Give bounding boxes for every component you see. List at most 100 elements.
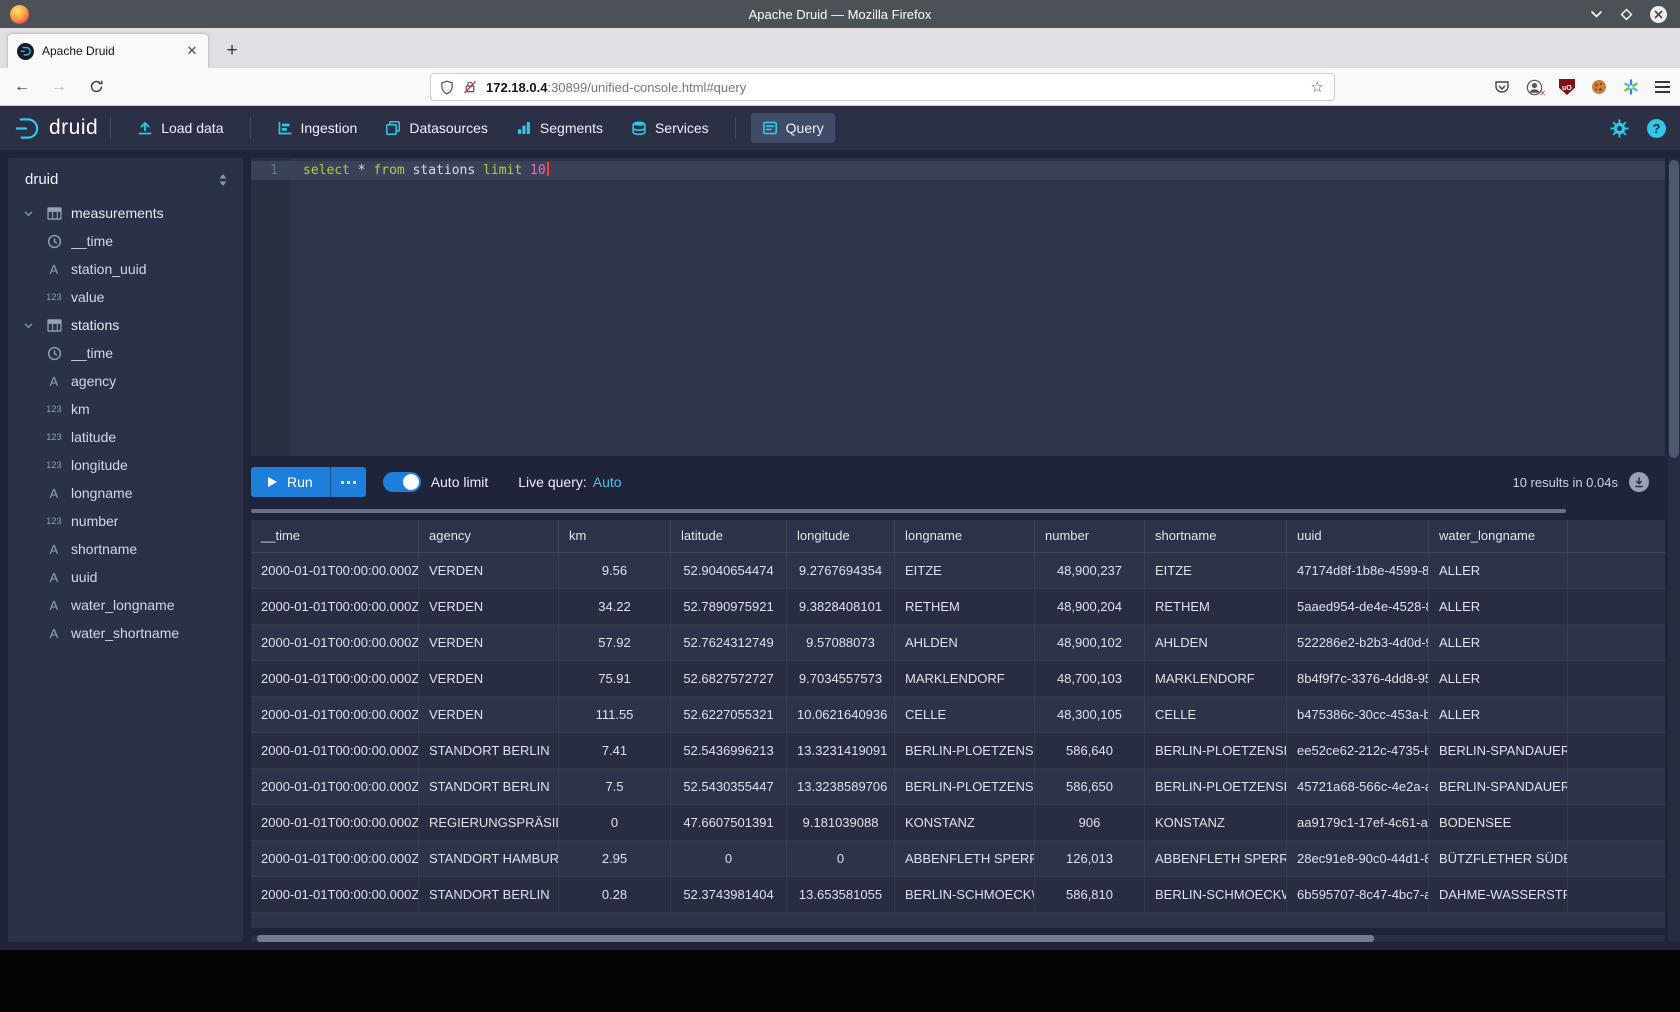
table-cell[interactable]: REGIERUNGSPRÄSIDIUM: [419, 805, 559, 840]
table-cell[interactable]: MARKLENDORF: [895, 661, 1035, 696]
table-cell[interactable]: BERLIN-SCHMOECKWITZ: [1145, 877, 1287, 912]
table-cell[interactable]: 52.3743981404: [671, 877, 787, 912]
menu-hamburger-icon[interactable]: [1655, 81, 1670, 92]
reload-button[interactable]: [81, 72, 111, 102]
table-cell[interactable]: 586,640: [1035, 733, 1145, 768]
table-cell[interactable]: 10.0621640936: [787, 697, 895, 732]
table-cell[interactable]: 9.56: [559, 553, 671, 588]
insecure-lock-icon[interactable]: [463, 80, 477, 94]
table-cell[interactable]: aa9179c1-17ef-4c61-a48: [1287, 805, 1429, 840]
column-header-agency[interactable]: agency: [419, 520, 559, 552]
browser-tab-apache-druid[interactable]: Apache Druid ✕: [8, 34, 208, 68]
column-header-uuid[interactable]: uuid: [1287, 520, 1429, 552]
download-results-icon[interactable]: [1629, 472, 1649, 492]
sidebar-table-measurements[interactable]: measurements: [8, 199, 243, 227]
table-cell[interactable]: CELLE: [895, 697, 1035, 732]
table-cell[interactable]: 57.92: [559, 625, 671, 660]
column-header-longitude[interactable]: longitude: [787, 520, 895, 552]
table-cell[interactable]: 9.2767694354: [787, 553, 895, 588]
table-cell[interactable]: 2000-01-01T00:00:00.000Z: [251, 841, 419, 876]
table-cell[interactable]: BERLIN-SCHMOECKWITZ: [895, 877, 1035, 912]
column-header-water_longname[interactable]: water_longname: [1429, 520, 1568, 552]
sidebar-column-stations-km[interactable]: 123km: [8, 395, 243, 423]
table-cell[interactable]: BERLIN-SPANDAUER-S: [1429, 769, 1568, 804]
table-cell[interactable]: 13.653581055: [787, 877, 895, 912]
table-cell[interactable]: MARKLENDORF: [1145, 661, 1287, 696]
profile-avatar-icon[interactable]: ✕: [1526, 79, 1543, 96]
table-cell[interactable]: 52.6227055321: [671, 697, 787, 732]
table-cell[interactable]: 2000-01-01T00:00:00.000Z: [251, 553, 419, 588]
column-header-latitude[interactable]: latitude: [671, 520, 787, 552]
table-cell[interactable]: CELLE: [1145, 697, 1287, 732]
sidebar-column-measurements-station_uuid[interactable]: Astation_uuid: [8, 255, 243, 283]
table-cell[interactable]: BÜTZFLETHER SÜDERE: [1429, 841, 1568, 876]
table-cell[interactable]: 13.3231419091: [787, 733, 895, 768]
sidebar-column-stations-agency[interactable]: Aagency: [8, 367, 243, 395]
cookie-extension-icon[interactable]: [1591, 79, 1607, 95]
sidebar-column-stations-latitude[interactable]: 123latitude: [8, 423, 243, 451]
column-header-__time[interactable]: __time: [251, 520, 419, 552]
table-cell[interactable]: EITZE: [895, 553, 1035, 588]
column-header-shortname[interactable]: shortname: [1145, 520, 1287, 552]
table-cell[interactable]: 586,810: [1035, 877, 1145, 912]
nav-item-load-data[interactable]: Load data: [126, 113, 234, 143]
url-bar[interactable]: 172.18.0.4:30899/unified-console.html#qu…: [430, 73, 1335, 101]
table-cell[interactable]: 48,900,237: [1035, 553, 1145, 588]
table-cell[interactable]: 5aaed954-de4e-4528-8f: [1287, 589, 1429, 624]
table-cell[interactable]: 9.181039088: [787, 805, 895, 840]
extension-asterisk-icon[interactable]: [1623, 79, 1639, 95]
table-cell[interactable]: 0: [671, 841, 787, 876]
table-cell[interactable]: 2.95: [559, 841, 671, 876]
table-cell[interactable]: 52.6827572727: [671, 661, 787, 696]
nav-item-services[interactable]: Services: [620, 113, 720, 143]
run-button[interactable]: Run: [251, 467, 330, 497]
back-button[interactable]: ←: [7, 72, 37, 102]
settings-gear-icon[interactable]: [1610, 119, 1629, 138]
table-cell[interactable]: 52.5430355447: [671, 769, 787, 804]
table-cell[interactable]: 586,650: [1035, 769, 1145, 804]
sql-editor[interactable]: 1 select * from stations limit 10: [251, 158, 1665, 456]
table-cell[interactable]: STANDORT HAMBURG: [419, 841, 559, 876]
column-header-longname[interactable]: longname: [895, 520, 1035, 552]
chevron-down-icon[interactable]: [23, 320, 39, 331]
table-cell[interactable]: BERLIN-PLOETZENSEE C: [895, 733, 1035, 768]
table-cell[interactable]: 7.5: [559, 769, 671, 804]
table-cell[interactable]: BERLIN-PLOETZENSEE U: [1145, 769, 1287, 804]
table-cell[interactable]: VERDEN: [419, 553, 559, 588]
results-hscrollbar-bottom[interactable]: [251, 935, 1665, 942]
table-cell[interactable]: 48,300,105: [1035, 697, 1145, 732]
run-more-options-button[interactable]: [331, 467, 366, 497]
table-cell[interactable]: KONSTANZ: [895, 805, 1035, 840]
table-cell[interactable]: 34.22: [559, 589, 671, 624]
table-cell[interactable]: ABBENFLETH SPERRWEI: [895, 841, 1035, 876]
schema-sort-icon[interactable]: [217, 172, 229, 188]
tracking-shield-icon[interactable]: [440, 80, 454, 95]
sidebar-column-stations-water_longname[interactable]: Awater_longname: [8, 591, 243, 619]
druid-brand[interactable]: druid: [14, 115, 98, 142]
table-cell[interactable]: RETHEM: [1145, 589, 1287, 624]
table-cell[interactable]: DAHME-WASSERSTRAS: [1429, 877, 1568, 912]
table-cell[interactable]: BERLIN-PLOETZENSEE C: [1145, 733, 1287, 768]
table-cell[interactable]: ALLER: [1429, 625, 1568, 660]
table-cell[interactable]: 48,900,204: [1035, 589, 1145, 624]
sidebar-column-measurements-value[interactable]: 123value: [8, 283, 243, 311]
live-query-value-link[interactable]: Auto: [593, 474, 622, 490]
pocket-icon[interactable]: [1494, 80, 1510, 95]
table-cell[interactable]: 2000-01-01T00:00:00.000Z: [251, 805, 419, 840]
table-cell[interactable]: 9.3828408101: [787, 589, 895, 624]
table-cell[interactable]: 52.5436996213: [671, 733, 787, 768]
sidebar-column-stations-water_shortname[interactable]: Awater_shortname: [8, 619, 243, 647]
table-cell[interactable]: VERDEN: [419, 589, 559, 624]
bookmark-star-icon[interactable]: ☆: [1311, 78, 1324, 96]
table-cell[interactable]: VERDEN: [419, 625, 559, 660]
forward-button[interactable]: →: [44, 72, 74, 102]
window-maximize-icon[interactable]: [1620, 8, 1633, 21]
table-cell[interactable]: 47174d8f-1b8e-4599-8a: [1287, 553, 1429, 588]
table-cell[interactable]: 0: [559, 805, 671, 840]
table-cell[interactable]: 2000-01-01T00:00:00.000Z: [251, 625, 419, 660]
table-cell[interactable]: AHLDEN: [1145, 625, 1287, 660]
window-close-icon[interactable]: [1650, 6, 1667, 23]
table-cell[interactable]: 2000-01-01T00:00:00.000Z: [251, 769, 419, 804]
table-cell[interactable]: EITZE: [1145, 553, 1287, 588]
nav-item-query[interactable]: Query: [751, 113, 835, 143]
